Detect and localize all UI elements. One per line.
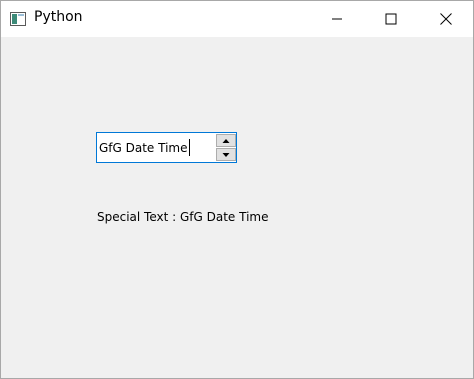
title-bar[interactable]: Python — [1, 1, 473, 37]
app-icon — [10, 11, 26, 26]
spin-up-button[interactable] — [216, 134, 236, 147]
window-title: Python — [34, 9, 83, 25]
spin-down-button[interactable] — [216, 148, 236, 161]
datetime-edit-text[interactable]: GfG Date Time — [99, 141, 188, 155]
text-cursor — [189, 139, 190, 156]
minimize-button[interactable] — [314, 1, 360, 37]
app-window: Python GfG Date Time Special Text: GfG … — [0, 0, 474, 379]
maximize-button[interactable] — [368, 1, 414, 37]
close-button[interactable] — [423, 1, 469, 37]
datetime-edit[interactable]: GfG Date Time — [96, 132, 237, 163]
special-text-label: Special Text : GfG Date Time — [97, 210, 269, 224]
